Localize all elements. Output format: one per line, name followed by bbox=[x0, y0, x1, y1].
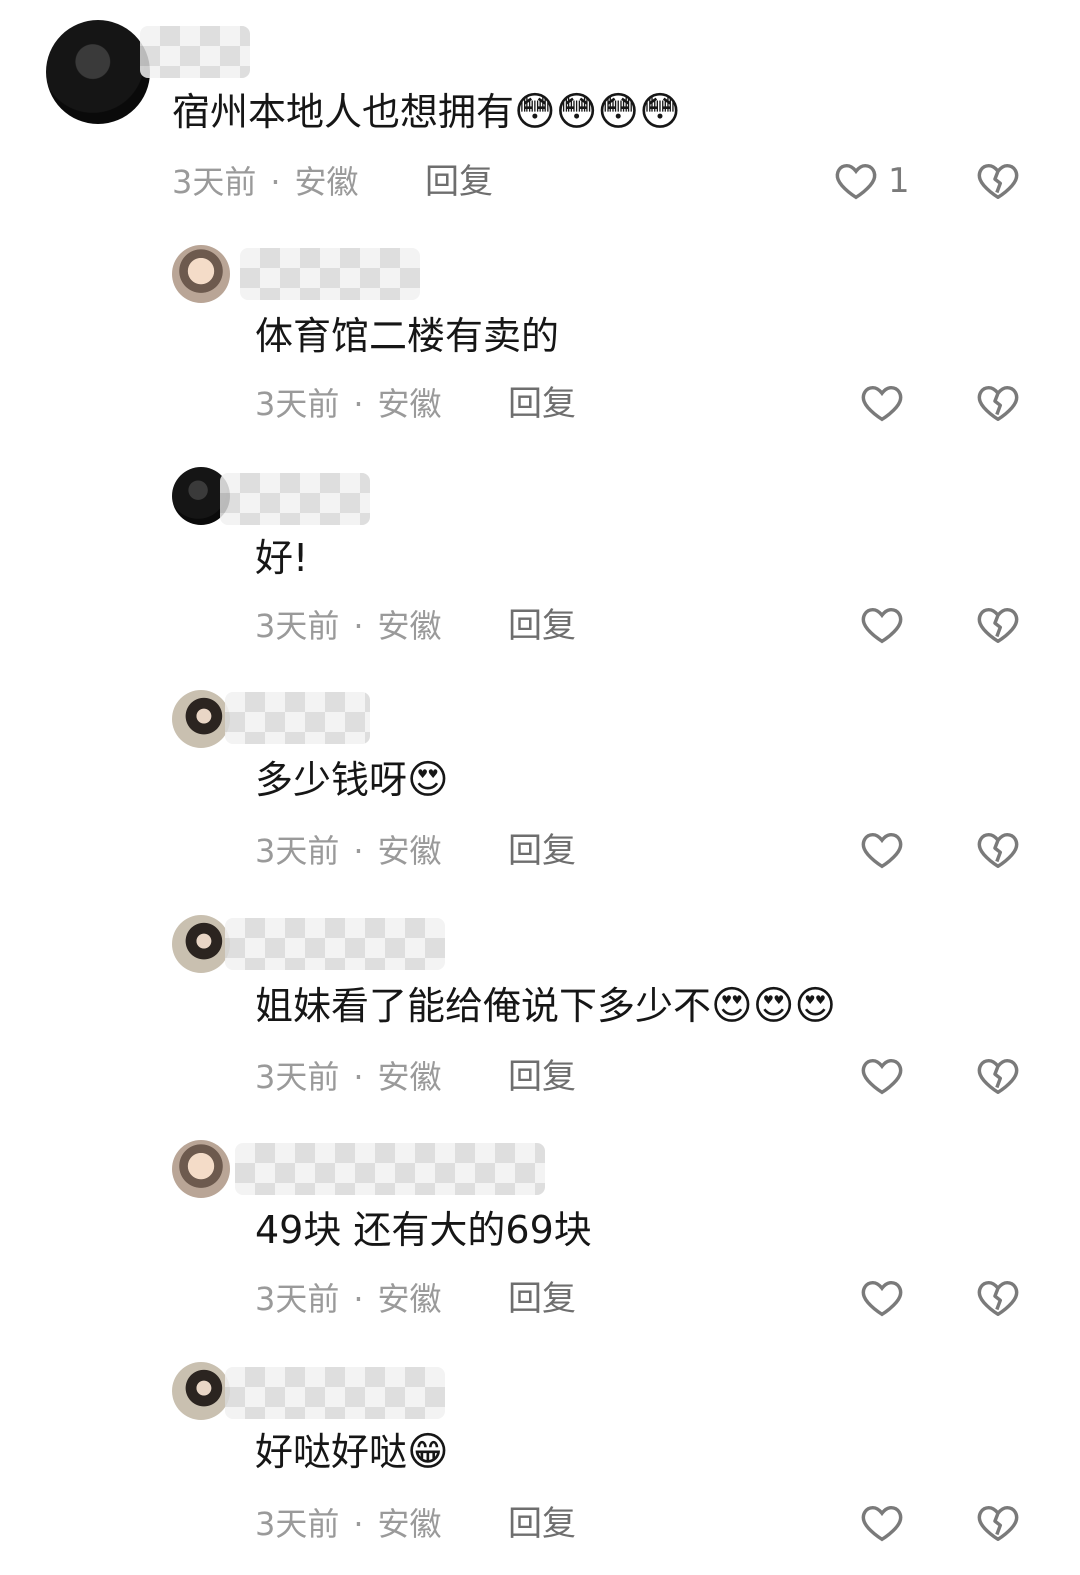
location: 安徽 bbox=[377, 1058, 442, 1096]
heart-outline-icon bbox=[861, 1280, 903, 1317]
location: 安徽 bbox=[377, 385, 442, 423]
comment-meta: 3天前 · 安徽 bbox=[255, 1502, 442, 1546]
comment-text-body: 姐妹看了能给俺说下多少不 bbox=[255, 984, 712, 1028]
comment-text-body: 体育馆二楼有卖的 bbox=[255, 314, 560, 358]
heart-outline-icon bbox=[861, 1058, 903, 1095]
avatar[interactable] bbox=[172, 245, 230, 303]
separator: · bbox=[353, 607, 364, 645]
timestamp: 3天前 bbox=[255, 1058, 340, 1096]
heart-outline-icon bbox=[861, 832, 903, 869]
timestamp: 3天前 bbox=[255, 1280, 340, 1318]
dislike-button[interactable] bbox=[974, 1500, 1022, 1546]
avatar[interactable] bbox=[172, 915, 230, 973]
comment-text-body: 好哒好哒 bbox=[255, 1430, 408, 1474]
username-mask[interactable] bbox=[240, 248, 420, 300]
reply-button[interactable]: 回复 bbox=[508, 1502, 576, 1546]
dislike-button[interactable] bbox=[974, 1053, 1022, 1099]
comment-meta: 3天前 · 安徽 bbox=[255, 1277, 442, 1321]
location: 安徽 bbox=[294, 163, 359, 201]
like-button[interactable] bbox=[858, 827, 906, 873]
dislike-button[interactable] bbox=[974, 1275, 1022, 1321]
dislike-button[interactable] bbox=[974, 380, 1022, 426]
like-count: 1 bbox=[888, 161, 910, 201]
avatar[interactable] bbox=[172, 690, 230, 748]
broken-heart-icon bbox=[977, 385, 1019, 422]
broken-heart-icon bbox=[977, 1058, 1019, 1095]
like-button[interactable] bbox=[858, 380, 906, 426]
comment-text-body: 多少钱呀 bbox=[255, 758, 408, 802]
comment-text: 宿州本地人也想拥有😳😳😳😳 bbox=[172, 86, 681, 138]
broken-heart-icon bbox=[977, 832, 1019, 869]
heart-outline-icon bbox=[861, 1505, 903, 1542]
username-mask[interactable] bbox=[225, 1367, 445, 1419]
timestamp: 3天前 bbox=[255, 607, 340, 645]
heart-outline-icon bbox=[835, 163, 877, 200]
broken-heart-icon bbox=[977, 163, 1019, 200]
emoji: 😍 bbox=[407, 757, 449, 803]
username-mask[interactable] bbox=[225, 918, 445, 970]
like-button[interactable] bbox=[858, 602, 906, 648]
separator: · bbox=[353, 1280, 364, 1318]
reply-button[interactable]: 回复 bbox=[508, 1055, 576, 1099]
reply-button[interactable]: 回复 bbox=[425, 160, 493, 204]
dislike-button[interactable] bbox=[974, 827, 1022, 873]
comment-meta: 3天前 · 安徽 bbox=[255, 604, 442, 648]
comment-text: 姐妹看了能给俺说下多少不😍😍😍 bbox=[255, 980, 836, 1032]
comment-meta: 3天前 · 安徽 bbox=[172, 160, 359, 204]
like-button[interactable]: 1 bbox=[832, 158, 910, 204]
location: 安徽 bbox=[377, 607, 442, 645]
reply-button[interactable]: 回复 bbox=[508, 1277, 576, 1321]
comment-text: 体育馆二楼有卖的 bbox=[255, 310, 559, 362]
username-mask[interactable] bbox=[140, 26, 250, 78]
emoji: 😳😳😳😳 bbox=[514, 89, 681, 135]
dislike-button[interactable] bbox=[974, 158, 1022, 204]
separator: · bbox=[353, 1505, 364, 1543]
comment-text: 好哒好哒😁 bbox=[255, 1426, 449, 1478]
timestamp: 3天前 bbox=[172, 163, 257, 201]
separator: · bbox=[353, 1058, 364, 1096]
comment-text: 好! bbox=[255, 532, 308, 584]
heart-outline-icon bbox=[861, 385, 903, 422]
broken-heart-icon bbox=[977, 607, 1019, 644]
comment-meta: 3天前 · 安徽 bbox=[255, 382, 442, 426]
location: 安徽 bbox=[377, 1505, 442, 1543]
separator: · bbox=[353, 385, 364, 423]
broken-heart-icon bbox=[977, 1280, 1019, 1317]
timestamp: 3天前 bbox=[255, 1505, 340, 1543]
comment-meta: 3天前 · 安徽 bbox=[255, 829, 442, 873]
like-button[interactable] bbox=[858, 1500, 906, 1546]
emoji: 😁 bbox=[407, 1429, 449, 1475]
comment-text-body: 好! bbox=[255, 536, 309, 580]
timestamp: 3天前 bbox=[255, 832, 340, 870]
reply-button[interactable]: 回复 bbox=[508, 829, 576, 873]
location: 安徽 bbox=[377, 1280, 442, 1318]
emoji: 😍😍😍 bbox=[711, 983, 837, 1029]
separator: · bbox=[270, 163, 281, 201]
timestamp: 3天前 bbox=[255, 385, 340, 423]
avatar[interactable] bbox=[172, 1140, 230, 1198]
heart-outline-icon bbox=[861, 607, 903, 644]
username-mask[interactable] bbox=[225, 692, 370, 744]
location: 安徽 bbox=[377, 832, 442, 870]
username-mask[interactable] bbox=[235, 1143, 545, 1195]
comment-meta: 3天前 · 安徽 bbox=[255, 1055, 442, 1099]
comment-text-body: 49块 还有大的69块 bbox=[255, 1208, 592, 1252]
like-button[interactable] bbox=[858, 1053, 906, 1099]
reply-button[interactable]: 回复 bbox=[508, 604, 576, 648]
dislike-button[interactable] bbox=[974, 602, 1022, 648]
avatar[interactable] bbox=[172, 1362, 230, 1420]
reply-button[interactable]: 回复 bbox=[508, 382, 576, 426]
avatar[interactable] bbox=[46, 20, 150, 124]
comment-text: 49块 还有大的69块 bbox=[255, 1204, 592, 1256]
separator: · bbox=[353, 832, 364, 870]
comment-text: 多少钱呀😍 bbox=[255, 754, 449, 806]
comment-text-body: 宿州本地人也想拥有 bbox=[172, 90, 515, 134]
broken-heart-icon bbox=[977, 1505, 1019, 1542]
like-button[interactable] bbox=[858, 1275, 906, 1321]
username-mask[interactable] bbox=[220, 473, 370, 525]
